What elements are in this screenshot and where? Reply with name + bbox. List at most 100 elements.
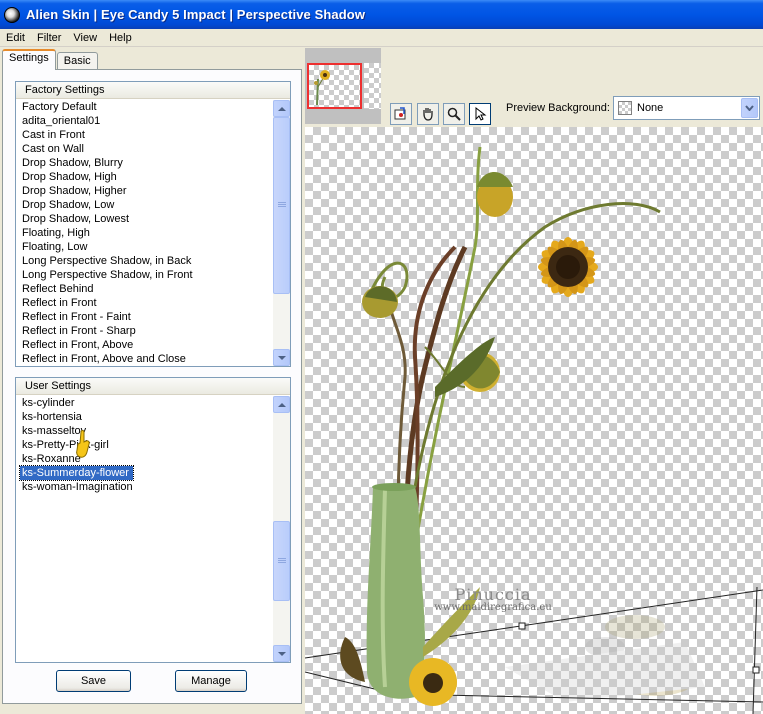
pan-tool-button[interactable]	[417, 103, 439, 125]
factory-setting-item[interactable]: Long Perspective Shadow, in Back	[16, 254, 273, 268]
factory-setting-row[interactable]: Drop Shadow, Blurry	[16, 156, 273, 170]
factory-setting-row[interactable]: Floating, Low	[16, 240, 273, 254]
factory-setting-item[interactable]: Reflect in Front	[16, 296, 273, 310]
factory-setting-item[interactable]: adita_oriental01	[16, 114, 273, 128]
user-settings-header: User Settings	[16, 378, 290, 395]
menu-help[interactable]: Help	[103, 29, 138, 47]
user-setting-item[interactable]: ks-Summerday-flower	[19, 465, 134, 481]
grip-line	[278, 560, 286, 561]
factory-setting-row[interactable]: Factory Default	[16, 100, 273, 114]
factory-setting-item[interactable]: Reflect in Front - Faint	[16, 310, 273, 324]
chevron-down-icon	[745, 105, 754, 111]
scroll-up-button[interactable]	[273, 100, 290, 117]
factory-setting-row[interactable]: Floating, High	[16, 226, 273, 240]
scroll-down-button[interactable]	[273, 349, 290, 366]
factory-setting-row[interactable]: adita_oriental01	[16, 114, 273, 128]
factory-setting-item[interactable]: Drop Shadow, Lowest	[16, 212, 273, 226]
factory-setting-item[interactable]: Reflect Behind	[16, 282, 273, 296]
factory-setting-row[interactable]: Reflect in Front - Sharp	[16, 324, 273, 338]
user-setting-row[interactable]: ks-Roxanne	[16, 452, 273, 466]
preview-background-select[interactable]: None	[613, 96, 760, 120]
factory-setting-row[interactable]: Drop Shadow, Low	[16, 198, 273, 212]
menu-edit[interactable]: Edit	[0, 29, 31, 47]
flower-bud-left	[362, 286, 398, 318]
menu-filter[interactable]: Filter	[31, 29, 67, 47]
factory-scrollbar[interactable]	[273, 100, 290, 366]
save-button[interactable]: Save	[56, 670, 131, 692]
flower-vase-image	[305, 146, 763, 714]
factory-settings-items: Factory Default adita_oriental01 Cast in F…	[16, 100, 273, 366]
user-setting-row[interactable]: ks-masseltov	[16, 424, 273, 438]
user-setting-row[interactable]: ks-Summerday-flower	[16, 465, 273, 481]
user-setting-item[interactable]: ks-Pretty-Pink-girl	[16, 438, 273, 452]
user-setting-row[interactable]: ks-Pretty-Pink-girl	[16, 438, 273, 452]
factory-setting-item[interactable]: Long Perspective Shadow, in Front	[16, 268, 273, 282]
grip-line	[278, 202, 286, 203]
scroll-up-button[interactable]	[273, 396, 290, 413]
preview-canvas[interactable]: Pinuccia www.maidiregrafica.eu	[305, 127, 763, 714]
factory-setting-row[interactable]: Long Perspective Shadow, in Back	[16, 254, 273, 268]
factory-setting-row[interactable]: Long Perspective Shadow, in Front	[16, 268, 273, 282]
scroll-thumb[interactable]	[273, 521, 290, 601]
title-bar: Alien Skin | Eye Candy 5 Impact | Perspe…	[0, 0, 763, 29]
tab-body: Factory Settings Factory Default adita_or…	[2, 69, 302, 704]
pointer-tool-button[interactable]	[469, 103, 491, 125]
grip-line	[278, 204, 286, 205]
user-settings-list[interactable]: User Settings ks-cylinder ks-hortensia ks-…	[15, 377, 291, 663]
factory-setting-row[interactable]: Drop Shadow, Lowest	[16, 212, 273, 226]
factory-setting-row[interactable]: Reflect in Front - Faint	[16, 310, 273, 324]
user-scrollbar[interactable]	[273, 396, 290, 662]
factory-setting-row[interactable]: Reflect in Front, Above	[16, 338, 273, 352]
factory-setting-item[interactable]: Drop Shadow, Low	[16, 198, 273, 212]
up-arrow-icon	[277, 402, 286, 407]
factory-setting-item[interactable]: Drop Shadow, Blurry	[16, 156, 273, 170]
factory-setting-row[interactable]: Cast on Wall	[16, 142, 273, 156]
menu-view[interactable]: View	[67, 29, 103, 47]
user-setting-row[interactable]: ks-cylinder	[16, 396, 273, 410]
user-setting-item[interactable]: ks-woman-Imagination	[16, 480, 273, 494]
user-setting-row[interactable]: ks-hortensia	[16, 410, 273, 424]
navigator-view-rect[interactable]	[307, 63, 362, 109]
factory-setting-item[interactable]: Cast on Wall	[16, 142, 273, 156]
factory-setting-row[interactable]: Reflect Behind	[16, 282, 273, 296]
hand-cursor-icon	[76, 430, 90, 458]
factory-setting-row[interactable]: Reflect in Front, Above and Close	[16, 352, 273, 366]
factory-setting-row[interactable]: Cast in Front	[16, 128, 273, 142]
factory-setting-row[interactable]: Drop Shadow, High	[16, 170, 273, 184]
scroll-down-button[interactable]	[273, 645, 290, 662]
preview-background-value: None	[637, 102, 664, 114]
factory-setting-item[interactable]: Reflect in Front, Above and Close	[16, 352, 273, 366]
factory-setting-item[interactable]: Reflect in Front - Sharp	[16, 324, 273, 338]
tab-settings[interactable]: Settings	[2, 49, 56, 70]
user-setting-item[interactable]: ks-Roxanne	[16, 452, 273, 466]
preview-area: Preview Background: None Pinuccia www.ma…	[305, 48, 763, 714]
watermark-url: www.maidiregrafica.eu	[434, 602, 552, 613]
navigator-thumbnail[interactable]	[305, 48, 381, 124]
factory-setting-item[interactable]: Floating, Low	[16, 240, 273, 254]
thumbnail-background	[364, 63, 381, 109]
preview-background-label: Preview Background:	[506, 102, 610, 114]
factory-settings-list[interactable]: Factory Settings Factory Default adita_or…	[15, 81, 291, 367]
dropdown-button[interactable]	[741, 98, 758, 118]
scroll-thumb[interactable]	[273, 117, 290, 294]
app-icon[interactable]	[4, 6, 20, 23]
tab-basic[interactable]: Basic	[56, 52, 98, 70]
user-setting-item[interactable]: ks-cylinder	[16, 396, 273, 410]
user-settings-items: ks-cylinder ks-hortensia ks-masseltov ks-Pr…	[16, 396, 273, 662]
manage-button[interactable]: Manage	[175, 670, 247, 692]
user-setting-item[interactable]: ks-masseltov	[16, 424, 273, 438]
factory-setting-row[interactable]: Drop Shadow, Higher	[16, 184, 273, 198]
zoom-tool-button[interactable]	[443, 103, 465, 125]
factory-setting-item[interactable]: Factory Default	[16, 100, 273, 114]
zoom-icon	[447, 107, 461, 121]
hand-pan-icon	[423, 108, 433, 121]
factory-setting-item[interactable]: Drop Shadow, Higher	[16, 184, 273, 198]
factory-setting-item[interactable]: Reflect in Front, Above	[16, 338, 273, 352]
factory-setting-item[interactable]: Drop Shadow, High	[16, 170, 273, 184]
user-setting-row[interactable]: ks-woman-Imagination	[16, 480, 273, 494]
user-setting-item[interactable]: ks-hortensia	[16, 410, 273, 424]
factory-setting-item[interactable]: Cast in Front	[16, 128, 273, 142]
factory-setting-row[interactable]: Reflect in Front	[16, 296, 273, 310]
preview-hand-button[interactable]	[390, 103, 412, 125]
factory-setting-item[interactable]: Floating, High	[16, 226, 273, 240]
